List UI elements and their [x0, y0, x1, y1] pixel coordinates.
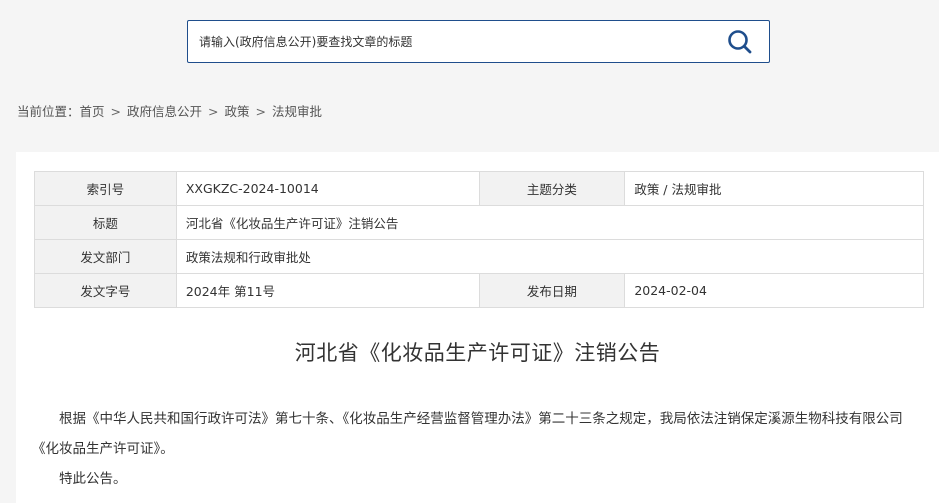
content-panel: 索引号 XXGKZC-2024-10014 主题分类 政策 / 法规审批 标题 …: [16, 152, 939, 503]
table-row: 发文字号 2024年 第11号 发布日期 2024-02-04: [34, 273, 924, 308]
dept-value: 政策法规和行政审批处: [175, 239, 925, 274]
breadcrumb-separator: >: [208, 104, 219, 119]
table-row: 标题 河北省《化妆品生产许可证》注销公告: [34, 205, 925, 240]
breadcrumb-separator: >: [255, 104, 267, 119]
article-paragraph: 根据《中华人民共和国行政许可法》第七十条、《化妆品生产经营监督管理办法》第二十三…: [32, 411, 903, 457]
docno-value: 2024年 第11号: [175, 273, 480, 308]
breadcrumb-prefix: 当前位置：: [17, 104, 80, 119]
category-value: 政策 / 法规审批: [624, 171, 924, 206]
title-label: 标题: [34, 205, 177, 240]
article-paragraph: 特此公告。: [59, 471, 127, 487]
table-row: 发文部门 政策法规和行政审批处: [34, 239, 925, 274]
table-row: 索引号 XXGKZC-2024-10014 主题分类 政策 / 法规审批: [34, 171, 924, 206]
index-label: 索引号: [34, 171, 177, 206]
breadcrumb-gov-info[interactable]: 政府信息公开: [127, 104, 202, 119]
search-icon: [728, 30, 752, 54]
title-value: 河北省《化妆品生产许可证》注销公告: [175, 205, 925, 240]
date-value: 2024-02-04: [624, 273, 924, 308]
breadcrumb: 当前位置：首页 > 政府信息公开 > 政策 > 法规审批: [17, 101, 322, 120]
dept-label: 发文部门: [34, 239, 177, 274]
document-meta-table: 索引号 XXGKZC-2024-10014 主题分类 政策 / 法规审批 标题 …: [34, 171, 925, 308]
breadcrumb-regulation[interactable]: 法规审批: [272, 104, 322, 119]
search-button[interactable]: [727, 29, 753, 55]
article-title: 河北省《化妆品生产许可证》注销公告: [294, 341, 661, 365]
article-body: 根据《中华人民共和国行政许可法》第七十条、《化妆品生产经营监督管理办法》第二十三…: [32, 404, 922, 494]
search-input[interactable]: [199, 21, 719, 62]
breadcrumb-home[interactable]: 首页: [80, 104, 105, 119]
date-label: 发布日期: [478, 273, 626, 308]
index-value: XXGKZC-2024-10014: [175, 171, 480, 206]
docno-label: 发文字号: [34, 273, 177, 308]
search-box: [187, 20, 770, 63]
breadcrumb-separator: >: [110, 104, 122, 119]
category-label: 主题分类: [478, 171, 626, 206]
breadcrumb-policy[interactable]: 政策: [225, 104, 250, 119]
